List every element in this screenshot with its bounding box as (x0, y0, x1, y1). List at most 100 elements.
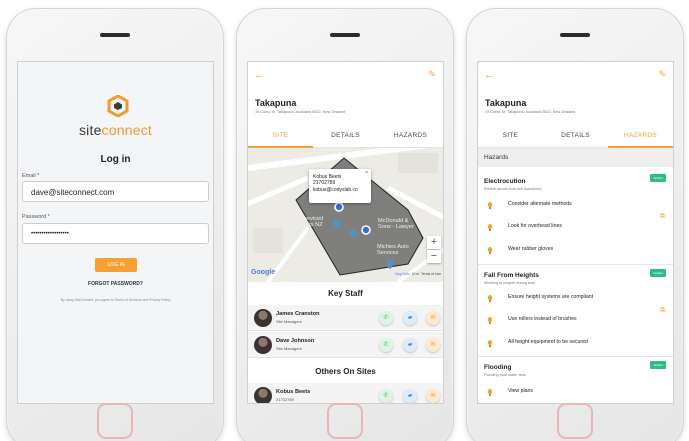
map-pin-icon (349, 229, 357, 239)
control-text: Consider alternate methods (508, 201, 572, 207)
lightbulb-icon (488, 224, 492, 231)
key-staff-heading: Key Staff (328, 289, 363, 298)
hazard-card[interactable]: Fall From Heights Working at heights dur… (478, 266, 673, 357)
open-in-new-icon[interactable]: ⧉ (660, 307, 665, 315)
forgot-password-link[interactable]: FORGOT PASSWORD? (18, 281, 213, 287)
control-item: Look for overhead lines (478, 221, 673, 235)
chat-icon[interactable]: ▰ (403, 389, 417, 403)
chat-icon[interactable]: ▰ (403, 311, 417, 325)
control-text: Wear rubber gloves (508, 246, 554, 252)
speaker (560, 33, 590, 37)
tab-details[interactable]: DETAILS (313, 124, 378, 147)
control-item: Consider alternate methods (478, 199, 673, 213)
map-pin-icon (386, 259, 394, 269)
staff-name: Kobus Beets (276, 389, 311, 395)
site-title: Takapuna (485, 98, 527, 108)
mail-icon[interactable]: ✉ (426, 311, 440, 325)
back-arrow-icon[interactable]: ← (484, 70, 495, 81)
location-dot-icon[interactable] (361, 225, 371, 235)
zoom-out-button[interactable]: − (427, 250, 441, 263)
lightbulb-icon (488, 317, 492, 324)
login-screen: siteconnect Log in Email * dave@siteconn… (17, 61, 214, 404)
phone-login: siteconnect Log in Email * dave@siteconn… (6, 8, 224, 441)
map-scale: 10 m (411, 272, 420, 276)
control-text: Use rollers instead of brushes (508, 316, 577, 322)
edit-icon[interactable]: ✎ (428, 70, 436, 79)
home-button[interactable] (327, 403, 363, 439)
map-label-hotel: Quest Serviced Apartments NZ (285, 216, 324, 229)
avatar (254, 336, 272, 354)
control-text: View plans (508, 388, 533, 394)
tab-site[interactable]: SITE (248, 124, 313, 148)
map-label-michies: Michies Auto Services (377, 244, 409, 257)
map-label-mcdonald: McDonald & Sons - Lawyer (378, 218, 414, 231)
zoom-in-button[interactable]: + (427, 236, 441, 249)
phone-icon[interactable]: ✆ (379, 311, 393, 325)
site-map[interactable]: Quest Serviced Apartments NZ McDonald & … (248, 148, 443, 282)
control-text: Ensure height systems are compliant (508, 294, 594, 300)
hazard-card[interactable]: Flooding Flooding from water tank Verifi… (478, 358, 673, 403)
google-logo: Google (251, 269, 276, 276)
tab-hazards[interactable]: HAZARDS (378, 124, 443, 147)
terms-text: By using SiteConnect, you agree to Terms… (60, 298, 171, 302)
verified-badge: Verified (650, 269, 666, 277)
chat-icon[interactable]: ▰ (403, 338, 417, 352)
site-title: Takapuna (255, 98, 297, 108)
others-on-site-heading: Others On Sites (315, 367, 376, 376)
phone-icon[interactable]: ✆ (379, 338, 393, 352)
mail-icon[interactable]: ✉ (426, 389, 440, 403)
terms-of-use-link[interactable]: Terms of Use (421, 272, 441, 276)
login-view: siteconnect Log in Email * dave@siteconn… (18, 62, 213, 403)
control-text: Look for overhead lines (508, 223, 562, 229)
showcase-stage: siteconnect Log in Email * dave@siteconn… (0, 0, 689, 441)
lightbulb-icon (488, 340, 492, 347)
hazard-subtitle: Flooding from water tank (484, 373, 526, 377)
control-item: Ensure height systems are compliant (478, 292, 673, 306)
open-in-new-icon[interactable]: ⧉ (660, 213, 665, 221)
control-item: All height equipment to be secured (478, 337, 673, 351)
site-screen: ← ✎ Takapuna 19 Como St, Takapuna, Auckl… (247, 61, 444, 404)
email-label: Email * (22, 173, 40, 179)
mail-icon[interactable]: ✉ (426, 338, 440, 352)
hazard-title: Electrocution (484, 178, 526, 185)
lightbulb-icon (488, 247, 492, 254)
home-button[interactable] (97, 403, 133, 439)
control-item: Wear rubber gloves (478, 244, 673, 258)
map-info-popup: × Kobus Beets 21702789 kobus@codyslab.co (309, 169, 371, 203)
tab-site[interactable]: SITE (478, 124, 543, 147)
site-address: 19 Como St, Takapuna, Auckland 0622, New… (255, 110, 346, 114)
lightbulb-icon (488, 389, 492, 396)
back-arrow-icon[interactable]: ← (254, 70, 265, 81)
password-field[interactable]: •••••••••••••••••• (22, 223, 209, 244)
login-button[interactable]: LOG IN (95, 258, 137, 272)
staff-name: James Cranston (276, 311, 320, 317)
location-dot-icon[interactable] (334, 202, 344, 212)
map-data-link[interactable]: Map Data (395, 272, 410, 276)
control-item: Use rollers instead of brushes (478, 314, 673, 328)
staff-row[interactable]: James Cranston Site Managers ✆ ▰ ✉ (248, 305, 443, 331)
hazard-title: Flooding (484, 364, 512, 371)
hazard-card[interactable]: Electrocution Electric shock from live m… (478, 168, 673, 265)
speaker (330, 33, 360, 37)
staff-row[interactable]: Kobus Beets 21702789 ✆ ▰ ✉ (248, 383, 443, 403)
brand-prefix: site (78, 122, 102, 138)
email-field[interactable]: dave@siteconnect.com (22, 181, 209, 202)
map-pin-icon (333, 219, 341, 229)
tab-details[interactable]: DETAILS (543, 124, 608, 147)
speaker (100, 33, 130, 37)
staff-name: Dave Johnson (276, 338, 315, 344)
brand-suffix: connect (101, 122, 153, 138)
lightbulb-icon (488, 295, 492, 302)
verified-badge: Verified (650, 174, 666, 182)
staff-row[interactable]: Dave Johnson Site Managers ✆ ▰ ✉ (248, 332, 443, 358)
control-text: All height equipment to be secured (508, 339, 588, 345)
home-button[interactable] (557, 403, 593, 439)
close-icon[interactable]: × (365, 170, 368, 176)
avatar (254, 309, 272, 327)
hazards-screen: ← ✎ Takapuna 19 Como St, Takapuna, Auckl… (477, 61, 674, 404)
hazards-section-header: Hazards (478, 148, 673, 167)
tab-hazards[interactable]: HAZARDS (608, 124, 673, 148)
edit-icon[interactable]: ✎ (658, 70, 666, 79)
phone-icon[interactable]: ✆ (379, 389, 393, 403)
hazard-subtitle: Working at heights during task (484, 281, 536, 285)
